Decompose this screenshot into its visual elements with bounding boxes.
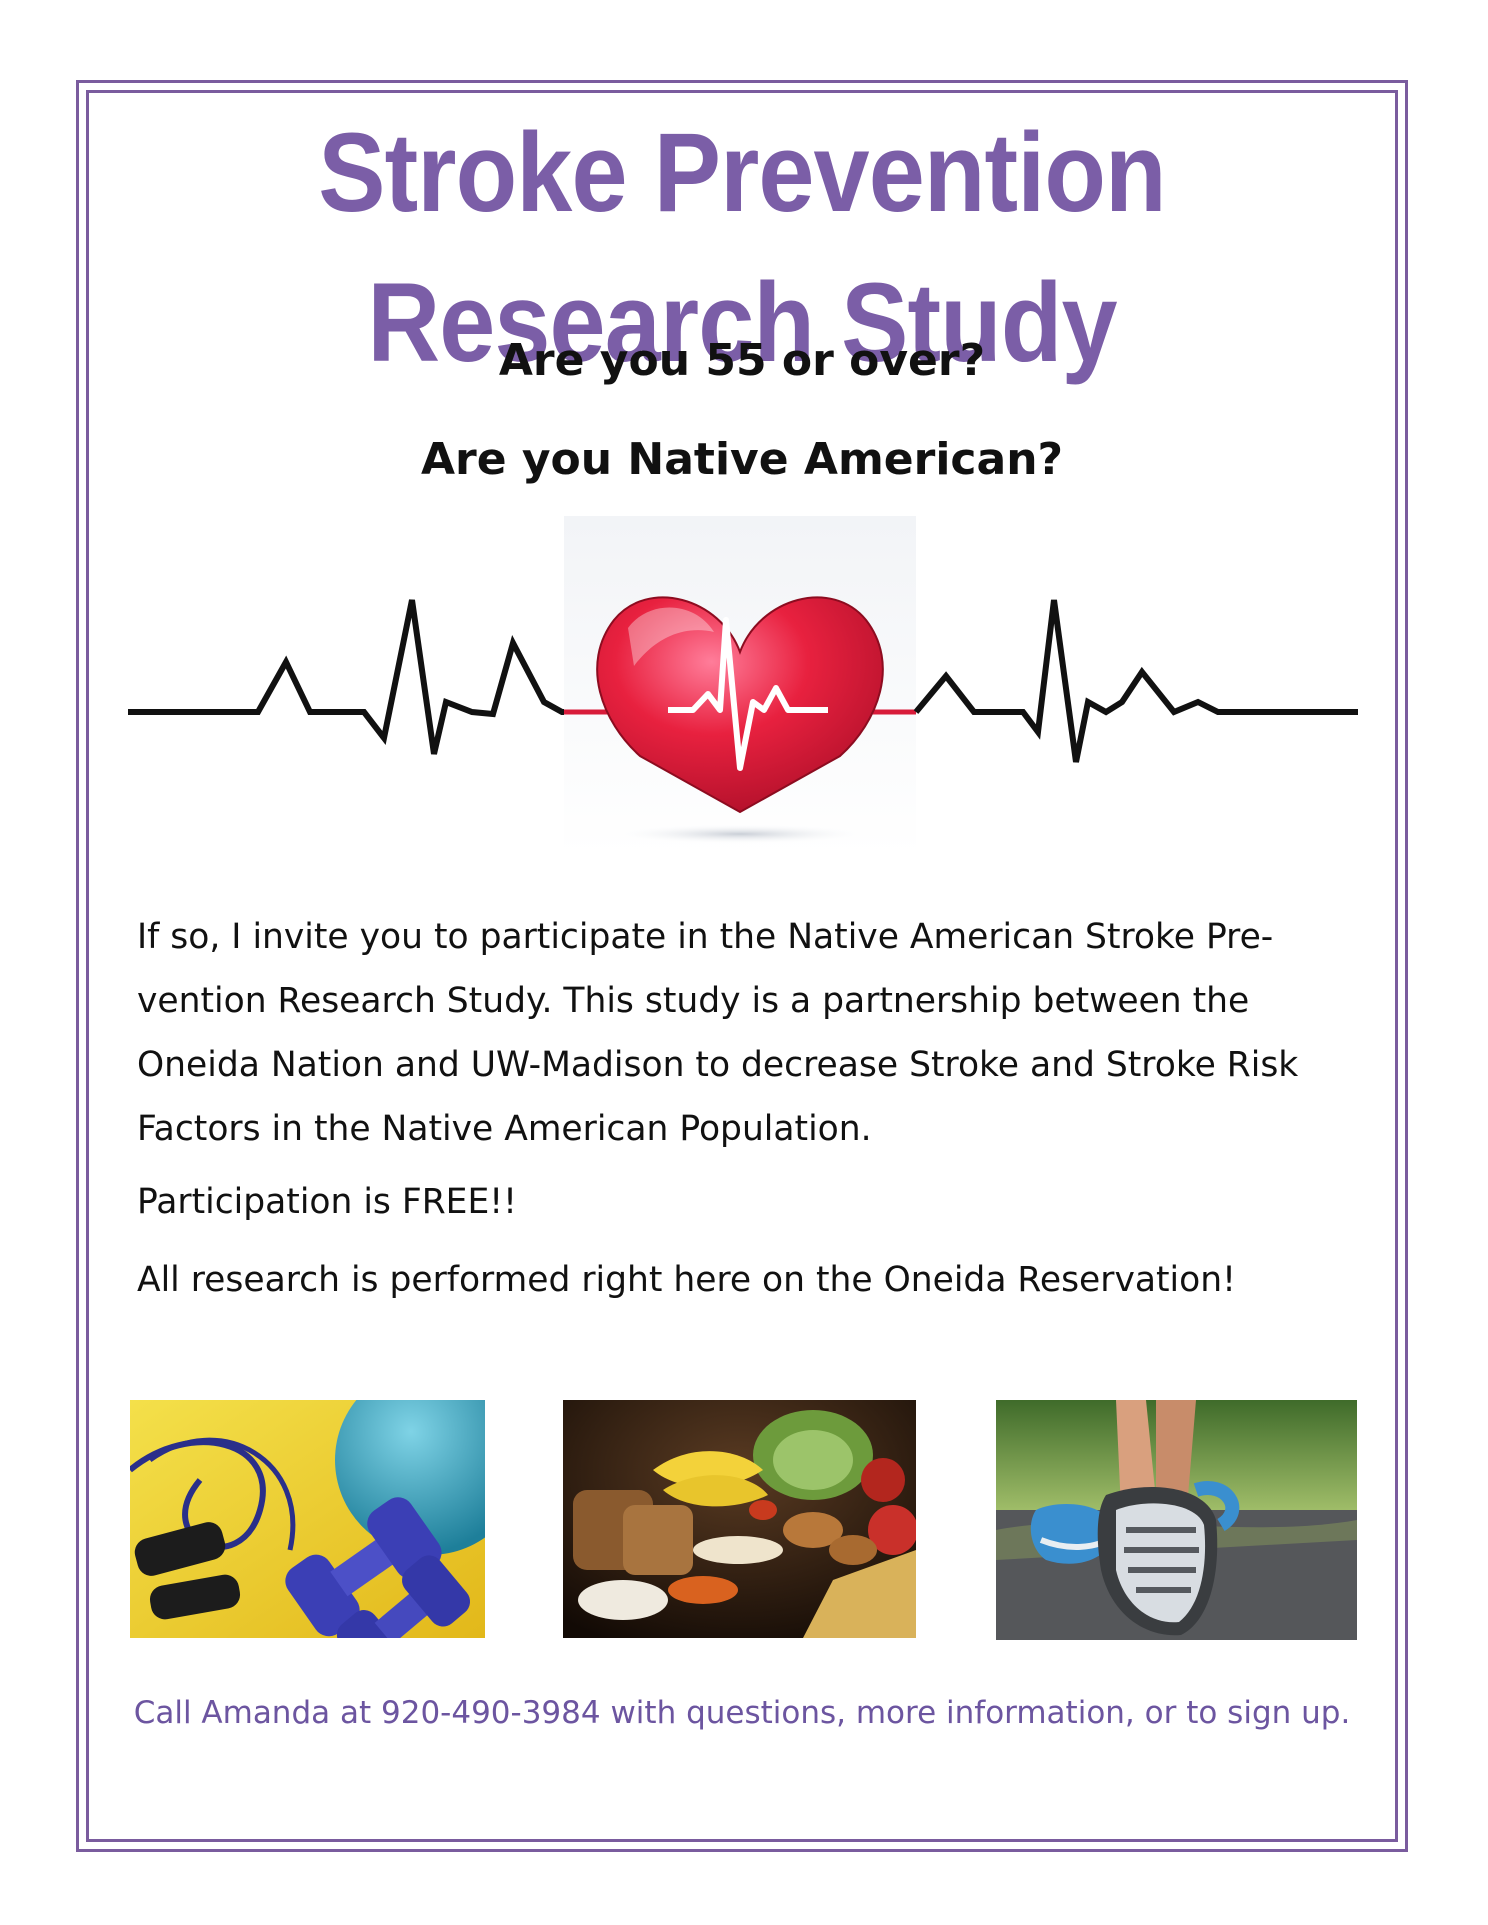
age-question: Are you 55 or over? <box>498 335 986 386</box>
exercise-equipment-photo <box>130 1400 485 1638</box>
contact-info: Call Amanda at 920-490-3984 with questio… <box>133 1695 1351 1731</box>
heart-shadow <box>610 824 870 844</box>
walking-shoe-photo <box>996 1400 1357 1640</box>
free-participation-text: Participation is FREE!! <box>137 1182 517 1222</box>
healthy-food-photo <box>563 1400 916 1638</box>
ethnicity-question: Are you Native American? <box>420 434 1064 485</box>
pulse-line-left <box>128 599 564 755</box>
invitation-paragraph: If so, I invite you to participate in th… <box>137 917 1299 1149</box>
heartbeat-graphic <box>128 516 1358 856</box>
location-text: All research is performed right here on … <box>137 1260 1236 1300</box>
pulse-line-right <box>913 599 1358 763</box>
